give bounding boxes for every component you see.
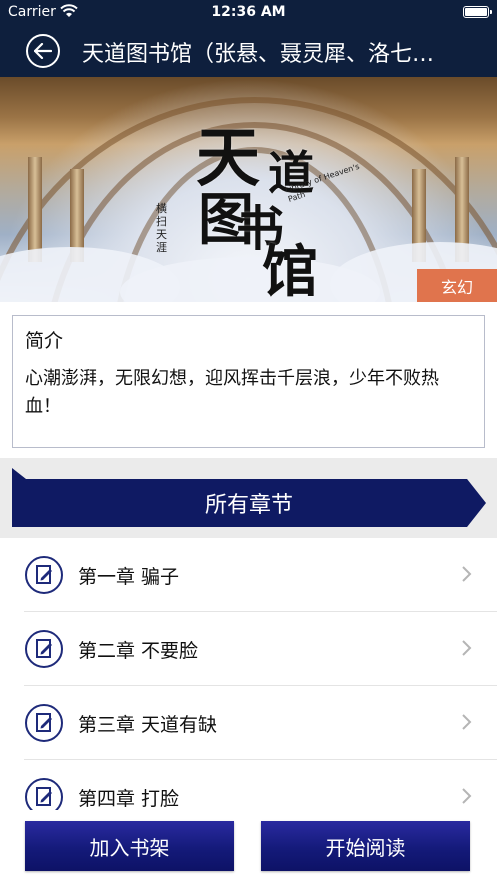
clock: 12:36 AM: [211, 4, 286, 20]
chapter-row[interactable]: 第二章 不要脸: [24, 612, 497, 686]
chapter-list: 第一章 骗子 第二章 不要脸 第三章 天道有缺 第四章 打脸: [0, 538, 497, 810]
back-button[interactable]: [26, 34, 60, 68]
top-bar: Carrier 12:36 AM 天道图书馆（张悬、聂灵犀、洛七…: [0, 0, 497, 77]
chapter-row[interactable]: 第三章 天道有缺: [24, 686, 497, 760]
all-chapters-banner: 所有章节: [12, 479, 486, 527]
chapter-edit-icon: [25, 778, 63, 810]
genre-badge: 玄幻: [417, 269, 497, 302]
start-reading-button[interactable]: 开始阅读: [261, 821, 470, 871]
chevron-right-icon: [462, 640, 472, 656]
chapter-edit-icon: [25, 704, 63, 742]
bottom-action-bar: 加入书架 开始阅读: [0, 810, 497, 883]
chapter-title: 第一章 骗子: [78, 566, 180, 588]
page-title: 天道图书馆（张悬、聂灵犀、洛七…: [82, 42, 435, 67]
intro-section: 简介 心潮澎湃，无限幻想，迎风挥击千层浪，少年不败热血！: [0, 302, 497, 458]
chapter-row[interactable]: 第四章 打脸: [24, 760, 497, 810]
cover-author: 横扫天涯: [156, 202, 167, 254]
chapter-title: 第三章 天道有缺: [78, 714, 218, 736]
all-chapters-label: 所有章节: [204, 493, 293, 518]
status-bar: Carrier 12:36 AM: [0, 0, 497, 26]
chapter-row[interactable]: 第一章 骗子: [24, 538, 497, 612]
add-to-shelf-button[interactable]: 加入书架: [25, 821, 234, 871]
book-cover: 天 道 图 书 馆 Library of Heaven's Path 横扫天涯 …: [0, 77, 497, 302]
intro-heading: 简介: [25, 330, 64, 352]
chapter-title: 第四章 打脸: [78, 788, 180, 810]
chapter-title: 第二章 不要脸: [78, 640, 199, 662]
chevron-right-icon: [462, 566, 472, 582]
cover-title-char: 馆: [262, 239, 318, 302]
intro-box: 简介 心潮澎湃，无限幻想，迎风挥击千层浪，少年不败热血！: [12, 315, 485, 448]
chevron-right-icon: [462, 788, 472, 804]
nav-bar: 天道图书馆（张悬、聂灵犀、洛七…: [0, 26, 497, 77]
battery-icon: [463, 6, 492, 18]
chevron-right-icon: [462, 714, 472, 730]
intro-text: 心潮澎湃，无限幻想，迎风挥击千层浪，少年不败热血！: [25, 368, 439, 417]
chapter-edit-icon: [25, 556, 63, 594]
back-arrow-icon: [34, 43, 52, 59]
chapter-edit-icon: [25, 630, 63, 668]
